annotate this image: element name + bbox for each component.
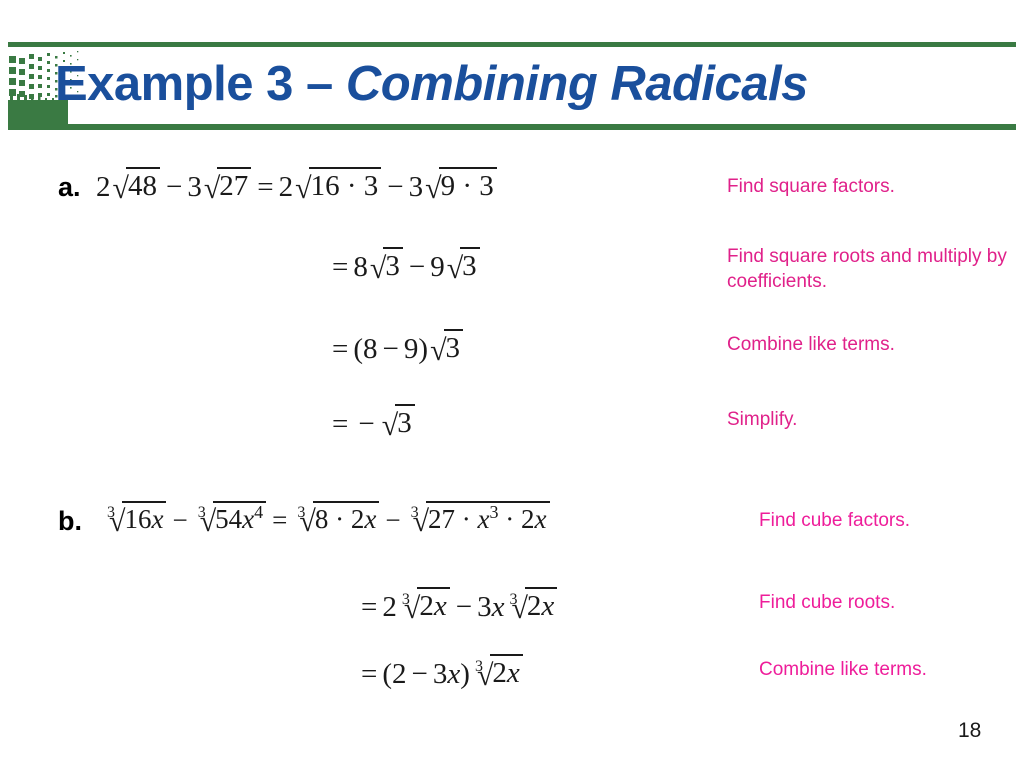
page-title: Example 3 – Combining Radicals [55, 46, 995, 122]
page-title-emphasis: Combining Radicals [345, 57, 809, 111]
page-title-prefix: Example 3 – [55, 57, 346, 111]
equation-row: = − √3 Simplify. [0, 397, 1024, 455]
equation-row: = (8−9)√3 Combine like terms. [0, 322, 1024, 380]
equation-row: b. 3√16x −3√54x4 = 3√8 · 2x −3√27 · x3 · 2x … [0, 494, 1024, 552]
title-band: Example 3 – Combining Radicals [0, 42, 1024, 132]
expression-b3: = (2−3x) 3√2x [356, 654, 524, 691]
part-label-b: b. [58, 506, 82, 536]
expression-a1: 2√48−3√27 = 2√16 · 3−3√9 · 3 [96, 167, 498, 204]
expression-a3: = (8−9)√3 [327, 329, 464, 366]
annotation-a2: Find square roots and multiply by coeffi… [727, 246, 1007, 292]
expression-a2: = 8√3−9√3 [327, 247, 481, 284]
expression-b1: 3√16x −3√54x4 = 3√8 · 2x −3√27 · x3 · 2x [102, 501, 551, 537]
title-rule-bottom [8, 124, 1016, 130]
part-label-a: a. [58, 172, 81, 202]
annotation-a1: Find square factors. [727, 176, 895, 197]
annotation-a3: Combine like terms. [727, 334, 895, 355]
page-number: 18 [958, 719, 982, 742]
equation-row: a. 2√48−3√27 = 2√16 · 3−3√9 · 3 Find squar… [0, 160, 1024, 218]
expression-a4: = − √3 [327, 404, 416, 441]
equation-row: = 2 3√2x −3x 3√2x Find cube roots. [0, 580, 1024, 638]
annotation-b3: Combine like terms. [759, 659, 927, 680]
annotation-b1: Find cube factors. [759, 510, 911, 531]
slide-body: a. 2√48−3√27 = 2√16 · 3−3√9 · 3 Find squar… [0, 132, 1024, 732]
equation-row: = (2−3x) 3√2x Combine like terms. [0, 647, 1024, 705]
equation-row: = 8√3−9√3 Find square roots and multiply … [0, 240, 1024, 298]
annotation-a4: Simplify. [727, 409, 798, 430]
annotation-b2: Find cube roots. [759, 592, 896, 613]
expression-b2: = 2 3√2x −3x 3√2x [356, 587, 558, 624]
